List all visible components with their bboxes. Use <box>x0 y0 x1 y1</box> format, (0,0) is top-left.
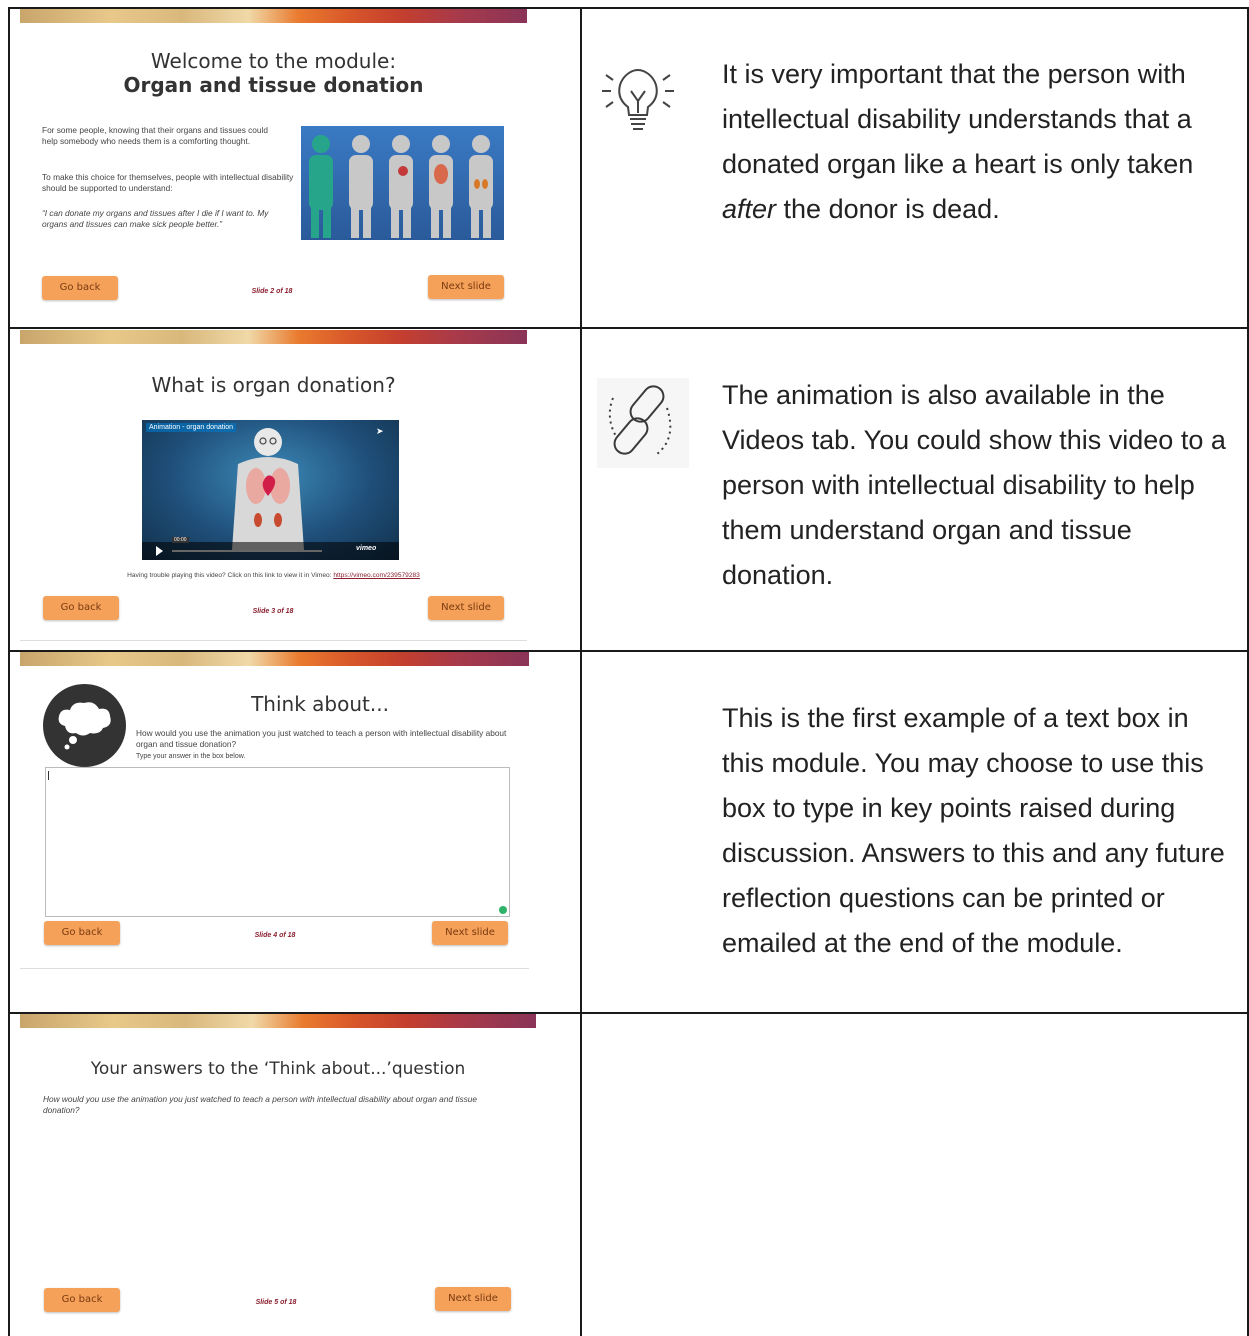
play-icon[interactable] <box>156 546 163 556</box>
row-description: The animation is also available in the V… <box>722 380 1226 590</box>
slide-banner <box>20 330 527 344</box>
go-back-button[interactable]: Go back <box>43 596 119 620</box>
table-border-middle <box>580 8 582 1336</box>
next-slide-button[interactable]: Next slide <box>432 921 508 945</box>
go-back-button[interactable]: Go back <box>44 921 120 945</box>
human-figures-image <box>309 135 493 238</box>
answer-textbox[interactable] <box>45 767 510 917</box>
link-icon <box>597 378 689 468</box>
slide-banner <box>20 1014 536 1028</box>
organ-donation-illustration <box>301 126 504 240</box>
slide-thumbnail-4: Think about... How would you use the ani… <box>20 652 529 970</box>
slide-paragraph: For some people, knowing that their orga… <box>42 125 268 146</box>
slide-banner <box>20 652 529 666</box>
next-slide-button[interactable]: Next slide <box>428 275 504 299</box>
row-description: This is the first example of a text box … <box>722 703 1225 958</box>
slide-number: Slide 4 of 18 <box>254 932 296 939</box>
slide-banner <box>20 9 527 23</box>
video-progress-bar[interactable] <box>172 550 322 552</box>
share-icon[interactable]: ➤ <box>376 426 386 436</box>
slide-thumbnail-3: What is organ donation? Animation - orga… <box>20 330 527 642</box>
slide-number: Slide 3 of 18 <box>252 608 294 615</box>
lightbulb-icon <box>600 57 676 137</box>
slide-title-line2: Organ and tissue donation <box>123 73 424 97</box>
slide-instruction: Type your answer in the box below. <box>136 753 246 760</box>
slide-thumbnail-5: Your answers to the ‘Think about...’ques… <box>20 1014 536 1330</box>
next-slide-button[interactable]: Next slide <box>428 596 504 620</box>
slide-question: How would you use the animation you just… <box>136 728 507 749</box>
table-row-divider-1 <box>8 327 1249 329</box>
go-back-button[interactable]: Go back <box>44 1288 120 1312</box>
slide-number: Slide 5 of 18 <box>255 1299 297 1306</box>
slide-thumbnail-2: Welcome to the module: Organ and tissue … <box>20 9 527 314</box>
slide-paragraph: To make this choice for themselves, peop… <box>42 172 294 193</box>
video-time: 00:00 <box>172 537 189 543</box>
slide-bottom-line <box>20 968 529 969</box>
slide-number: Slide 2 of 18 <box>251 288 293 295</box>
vimeo-logo: vimeo <box>356 545 377 552</box>
slide-question: How would you use the animation you just… <box>43 1094 478 1115</box>
video-help-label: Having trouble playing this video? Click… <box>127 572 334 579</box>
emphasis-text: after <box>722 194 777 224</box>
slide-title: Think about... <box>251 692 389 716</box>
slide-title: Your answers to the ‘Think about...’ques… <box>90 1059 466 1079</box>
vimeo-link[interactable]: https://vimeo.com/239579283 <box>333 572 420 579</box>
table-border-left <box>8 8 10 1336</box>
grammar-check-icon[interactable] <box>499 906 507 914</box>
text-cursor <box>48 771 49 780</box>
video-help-text: Having trouble playing this video? Click… <box>20 572 527 579</box>
slide-title-line1: Welcome to the module: <box>150 49 397 73</box>
video-player[interactable]: Animation - organ donation 00:00 vimeo ➤ <box>142 420 399 560</box>
slide-bottom-line <box>20 640 527 641</box>
slide-title: What is organ donation? <box>151 373 396 397</box>
slide-quote: “I can donate my organs and tissues afte… <box>42 208 269 229</box>
description-text-end: the donor is dead. <box>776 194 1000 224</box>
go-back-button[interactable]: Go back <box>42 276 118 300</box>
next-slide-button[interactable]: Next slide <box>435 1287 511 1311</box>
row-description: It is very important that the person wit… <box>722 52 1238 232</box>
description-text: It is very important that the person wit… <box>722 59 1194 179</box>
